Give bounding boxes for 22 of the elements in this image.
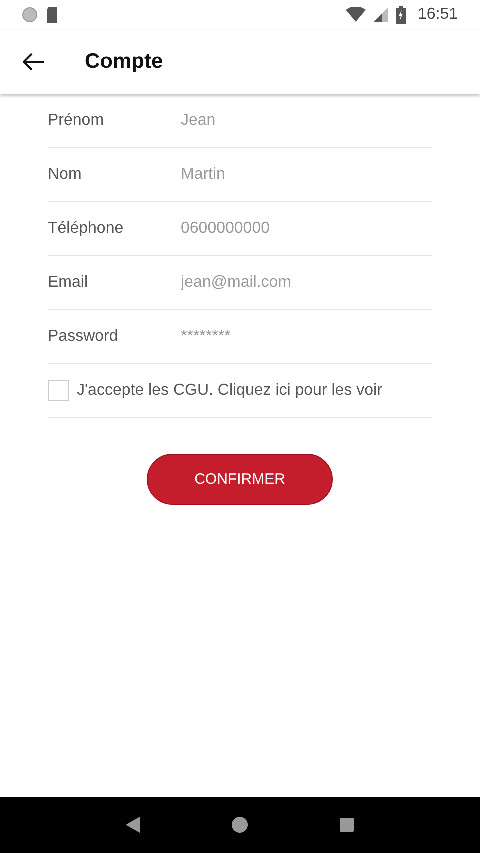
screen-title: Compte [85,50,164,74]
field-label: Téléphone [48,220,125,238]
checkbox[interactable] [48,380,69,401]
signal-icon [374,8,388,22]
back-arrow-icon[interactable] [23,53,45,71]
wifi-icon [346,7,366,23]
input-field[interactable]: ******** [181,328,401,346]
input-field[interactable]: Martin [181,166,401,184]
battery-icon [396,6,406,24]
field-label: Password [48,328,120,346]
field-label: Prénom [48,112,106,130]
terms-link[interactable]: J'accepte les CGU. Cliquez ici pour les voir [77,382,382,400]
confirm-button[interactable]: CONFIRMER [147,454,333,505]
input-field[interactable]: 0600000000 [181,220,401,238]
circle-icon [22,7,38,23]
home-icon[interactable] [232,817,248,833]
field-label: Nom [48,166,83,184]
input-field[interactable]: Jean [181,112,401,130]
field-label: Email [48,274,90,292]
status-time: 16:51 [418,6,458,24]
sd-card-icon [46,7,58,23]
back-icon[interactable] [126,817,140,833]
